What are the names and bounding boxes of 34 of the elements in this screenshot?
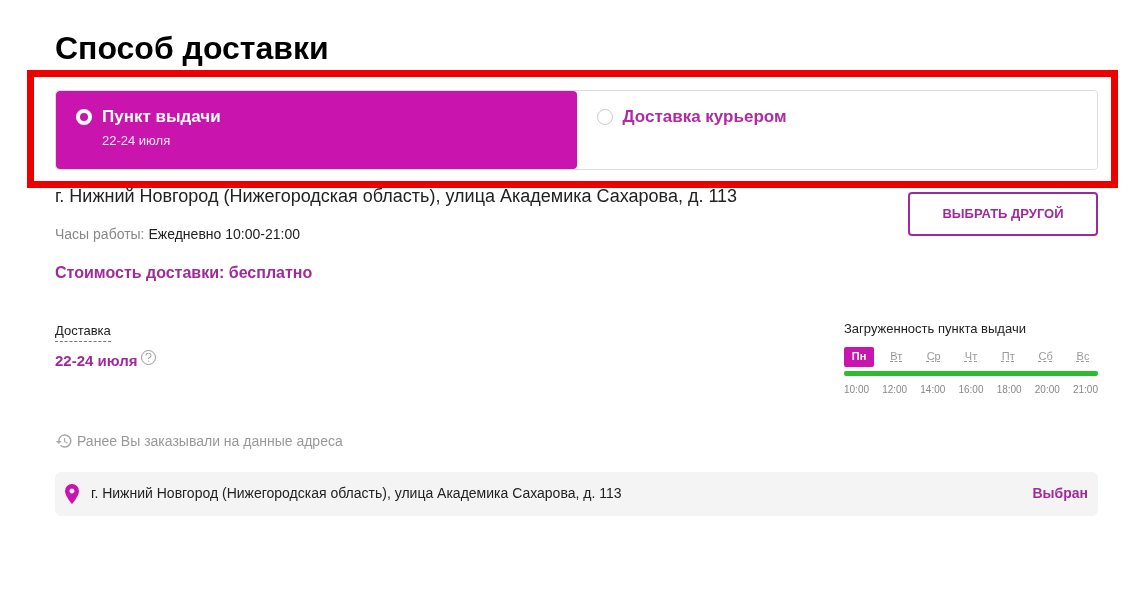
- time-label: 12:00: [882, 382, 908, 397]
- delivery-date: 22-24 июля: [55, 350, 138, 371]
- page-title: Способ доставки: [55, 29, 330, 68]
- choose-another-button[interactable]: ВЫБРАТЬ ДРУГОЙ: [908, 192, 1098, 236]
- time-label: 14:00: [920, 382, 946, 397]
- day-tab[interactable]: Сб: [1030, 346, 1061, 367]
- option-label: Пункт выдачи: [102, 107, 221, 127]
- option-date: 22-24 июля: [102, 132, 172, 150]
- day-tab[interactable]: Пт: [993, 346, 1024, 367]
- delivery-label: Доставка: [55, 321, 111, 342]
- selected-status: Выбран: [1032, 484, 1088, 503]
- day-tab[interactable]: Ср: [918, 346, 949, 367]
- delivery-option-tab[interactable]: Пункт выдачи 22-24 июля: [56, 91, 577, 169]
- time-label: 20:00: [1034, 382, 1060, 397]
- address-text: г. Нижний Новгород (Нижегородская область), улица Академика Сахарова, д. 113: [55, 185, 738, 208]
- time-label: 16:00: [958, 382, 984, 397]
- option-label: Доставка курьером: [622, 107, 787, 127]
- time-label: 18:00: [996, 382, 1022, 397]
- load-title: Загруженность пункта выдачи: [844, 320, 1027, 338]
- day-tab[interactable]: Чт: [956, 346, 986, 367]
- history-label: Ранее Вы заказывали на данные адреса: [77, 431, 343, 451]
- time-label: 21:00: [1072, 382, 1098, 397]
- day-tab[interactable]: Пн: [844, 346, 874, 367]
- location-pin-icon: [65, 483, 79, 504]
- saved-address-row[interactable]: г. Нижний Новгород (Нижегородская область), улица Академика Сахарова, д. 113 Выбран: [55, 471, 1098, 516]
- saved-address-text: г. Нижний Новгород (Нижегородская область), улица Академика Сахарова, д. 113: [91, 484, 623, 503]
- radio-icon: [76, 109, 92, 125]
- day-tab[interactable]: Вс: [1067, 346, 1098, 367]
- hours-label: Часы работы:: [55, 225, 145, 244]
- history-icon: [55, 432, 73, 450]
- day-tab[interactable]: Вт: [881, 346, 912, 367]
- hours-value: Ежедневно 10:00-21:00: [148, 225, 300, 244]
- time-label: 10:00: [844, 382, 870, 397]
- delivery-cost-text: Стоимость доставки: бесплатно: [55, 263, 314, 283]
